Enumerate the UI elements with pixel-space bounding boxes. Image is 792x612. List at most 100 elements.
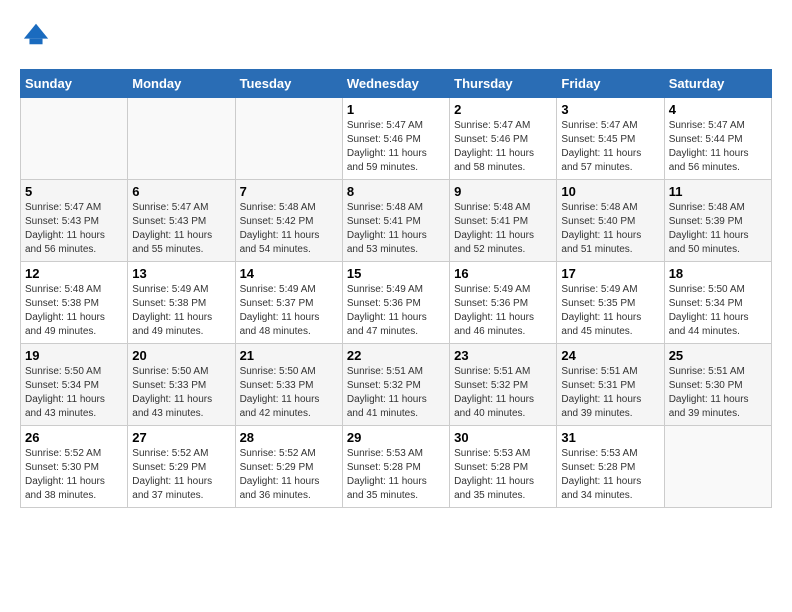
calendar-cell: 3Sunrise: 5:47 AMSunset: 5:45 PMDaylight… — [557, 98, 664, 180]
weekday-header-saturday: Saturday — [664, 70, 771, 98]
calendar-cell: 23 Sunrise: 5:51 AMSunset: 5:32 PMDayligh… — [450, 344, 557, 426]
day-info: Sunrise: 5:48 AMSunset: 5:39 PMDaylight:… — [669, 201, 767, 257]
weekday-header-row: SundayMondayTuesdayWednesdayThursdayFrid… — [21, 70, 772, 98]
weekday-header-monday: Monday — [128, 70, 235, 98]
calendar-cell: 6Sunrise: 5:47 AMSunset: 5:43 PMDaylight… — [128, 180, 235, 262]
weekday-header-tuesday: Tuesday — [235, 70, 342, 98]
day-info: Sunrise: 5:47 AMSunset: 5:44 PMDaylight:… — [669, 119, 767, 175]
calendar-cell: 2Sunrise: 5:47 AMSunset: 5:46 PMDaylight… — [450, 98, 557, 180]
calendar-cell: 14 Sunrise: 5:49 AMSunset: 5:37 PMDayligh… — [235, 262, 342, 344]
day-number: 1 — [347, 102, 445, 117]
day-number: 25 — [669, 348, 767, 363]
logo — [20, 20, 50, 53]
calendar-cell: 8 Sunrise: 5:48 AMSunset: 5:41 PMDaylight… — [342, 180, 449, 262]
day-number: 17 — [561, 266, 659, 281]
calendar-cell: 22 Sunrise: 5:51 AMSunset: 5:32 PMDayligh… — [342, 344, 449, 426]
day-info: Sunrise: 5:52 AMSunset: 5:29 PMDaylight:… — [132, 447, 230, 503]
calendar-cell: 16 Sunrise: 5:49 AMSunset: 5:36 PMDayligh… — [450, 262, 557, 344]
calendar-cell: 15 Sunrise: 5:49 AMSunset: 5:36 PMDayligh… — [342, 262, 449, 344]
day-number: 8 — [347, 184, 445, 199]
day-info: Sunrise: 5:48 AMSunset: 5:40 PMDaylight:… — [561, 201, 659, 257]
day-info: Sunrise: 5:52 AMSunset: 5:30 PMDaylight:… — [25, 447, 123, 503]
day-number: 14 — [240, 266, 338, 281]
day-number: 7 — [240, 184, 338, 199]
day-info: Sunrise: 5:49 AMSunset: 5:37 PMDaylight:… — [240, 283, 338, 339]
day-info: Sunrise: 5:48 AMSunset: 5:42 PMDaylight:… — [240, 201, 338, 257]
day-number: 22 — [347, 348, 445, 363]
day-info: Sunrise: 5:48 AMSunset: 5:41 PMDaylight:… — [454, 201, 552, 257]
calendar-cell: 18 Sunrise: 5:50 AMSunset: 5:34 PMDayligh… — [664, 262, 771, 344]
day-info: Sunrise: 5:51 AMSunset: 5:30 PMDaylight:… — [669, 365, 767, 421]
weekday-header-thursday: Thursday — [450, 70, 557, 98]
calendar-cell: 27 Sunrise: 5:52 AMSunset: 5:29 PMDayligh… — [128, 426, 235, 508]
day-number: 24 — [561, 348, 659, 363]
calendar-cell: 11 Sunrise: 5:48 AMSunset: 5:39 PMDayligh… — [664, 180, 771, 262]
calendar-cell: 24 Sunrise: 5:51 AMSunset: 5:31 PMDayligh… — [557, 344, 664, 426]
calendar-cell: 21Sunrise: 5:50 AMSunset: 5:33 PMDayligh… — [235, 344, 342, 426]
day-info: Sunrise: 5:51 AMSunset: 5:31 PMDaylight:… — [561, 365, 659, 421]
week-row-3: 12 Sunrise: 5:48 AMSunset: 5:38 PMDayligh… — [21, 262, 772, 344]
calendar-cell: 7 Sunrise: 5:48 AMSunset: 5:42 PMDaylight… — [235, 180, 342, 262]
calendar-cell: 29 Sunrise: 5:53 AMSunset: 5:28 PMDayligh… — [342, 426, 449, 508]
week-row-5: 26Sunrise: 5:52 AMSunset: 5:30 PMDayligh… — [21, 426, 772, 508]
day-number: 27 — [132, 430, 230, 445]
day-number: 3 — [561, 102, 659, 117]
day-info: Sunrise: 5:52 AMSunset: 5:29 PMDaylight:… — [240, 447, 338, 503]
day-info: Sunrise: 5:53 AMSunset: 5:28 PMDaylight:… — [561, 447, 659, 503]
day-info: Sunrise: 5:50 AMSunset: 5:34 PMDaylight:… — [25, 365, 123, 421]
day-number: 11 — [669, 184, 767, 199]
calendar-cell: 30 Sunrise: 5:53 AMSunset: 5:28 PMDayligh… — [450, 426, 557, 508]
day-number: 28 — [240, 430, 338, 445]
day-number: 10 — [561, 184, 659, 199]
calendar-cell: 12 Sunrise: 5:48 AMSunset: 5:38 PMDayligh… — [21, 262, 128, 344]
calendar-cell: 13 Sunrise: 5:49 AMSunset: 5:38 PMDayligh… — [128, 262, 235, 344]
day-number: 5 — [25, 184, 123, 199]
day-info: Sunrise: 5:50 AMSunset: 5:34 PMDaylight:… — [669, 283, 767, 339]
day-info: Sunrise: 5:48 AMSunset: 5:41 PMDaylight:… — [347, 201, 445, 257]
calendar-cell: 31 Sunrise: 5:53 AMSunset: 5:28 PMDayligh… — [557, 426, 664, 508]
calendar: SundayMondayTuesdayWednesdayThursdayFrid… — [20, 69, 772, 508]
calendar-cell: 25 Sunrise: 5:51 AMSunset: 5:30 PMDayligh… — [664, 344, 771, 426]
calendar-cell: 20 Sunrise: 5:50 AMSunset: 5:33 PMDayligh… — [128, 344, 235, 426]
day-number: 19 — [25, 348, 123, 363]
calendar-cell: 28 Sunrise: 5:52 AMSunset: 5:29 PMDayligh… — [235, 426, 342, 508]
day-number: 30 — [454, 430, 552, 445]
day-number: 15 — [347, 266, 445, 281]
day-number: 2 — [454, 102, 552, 117]
calendar-cell: 19 Sunrise: 5:50 AMSunset: 5:34 PMDayligh… — [21, 344, 128, 426]
weekday-header-wednesday: Wednesday — [342, 70, 449, 98]
calendar-cell: 4 Sunrise: 5:47 AMSunset: 5:44 PMDaylight… — [664, 98, 771, 180]
day-info: Sunrise: 5:50 AMSunset: 5:33 PMDaylight:… — [132, 365, 230, 421]
calendar-cell — [664, 426, 771, 508]
day-info: Sunrise: 5:48 AMSunset: 5:38 PMDaylight:… — [25, 283, 123, 339]
day-number: 13 — [132, 266, 230, 281]
day-info: Sunrise: 5:49 AMSunset: 5:36 PMDaylight:… — [347, 283, 445, 339]
day-number: 4 — [669, 102, 767, 117]
calendar-cell: 5Sunrise: 5:47 AMSunset: 5:43 PMDaylight… — [21, 180, 128, 262]
calendar-cell: 26Sunrise: 5:52 AMSunset: 5:30 PMDayligh… — [21, 426, 128, 508]
day-number: 18 — [669, 266, 767, 281]
day-info: Sunrise: 5:53 AMSunset: 5:28 PMDaylight:… — [454, 447, 552, 503]
week-row-1: 1Sunrise: 5:47 AMSunset: 5:46 PMDaylight… — [21, 98, 772, 180]
day-info: Sunrise: 5:49 AMSunset: 5:36 PMDaylight:… — [454, 283, 552, 339]
calendar-cell — [21, 98, 128, 180]
day-info: Sunrise: 5:51 AMSunset: 5:32 PMDaylight:… — [347, 365, 445, 421]
day-info: Sunrise: 5:53 AMSunset: 5:28 PMDaylight:… — [347, 447, 445, 503]
day-info: Sunrise: 5:51 AMSunset: 5:32 PMDaylight:… — [454, 365, 552, 421]
day-number: 20 — [132, 348, 230, 363]
day-info: Sunrise: 5:47 AMSunset: 5:43 PMDaylight:… — [132, 201, 230, 257]
day-number: 29 — [347, 430, 445, 445]
day-info: Sunrise: 5:49 AMSunset: 5:38 PMDaylight:… — [132, 283, 230, 339]
day-number: 16 — [454, 266, 552, 281]
week-row-2: 5 Sunrise: 5:47 AMSunset: 5:43 PMDaylight… — [21, 180, 772, 262]
day-info: Sunrise: 5:49 AMSunset: 5:35 PMDaylight:… — [561, 283, 659, 339]
day-number: 23 — [454, 348, 552, 363]
logo-icon — [22, 20, 50, 48]
day-number: 31 — [561, 430, 659, 445]
day-info: Sunrise: 5:50 AMSunset: 5:33 PMDaylight:… — [240, 365, 338, 421]
day-number: 12 — [25, 266, 123, 281]
day-number: 9 — [454, 184, 552, 199]
calendar-cell: 10 Sunrise: 5:48 AMSunset: 5:40 PMDayligh… — [557, 180, 664, 262]
calendar-cell — [128, 98, 235, 180]
calendar-cell — [235, 98, 342, 180]
